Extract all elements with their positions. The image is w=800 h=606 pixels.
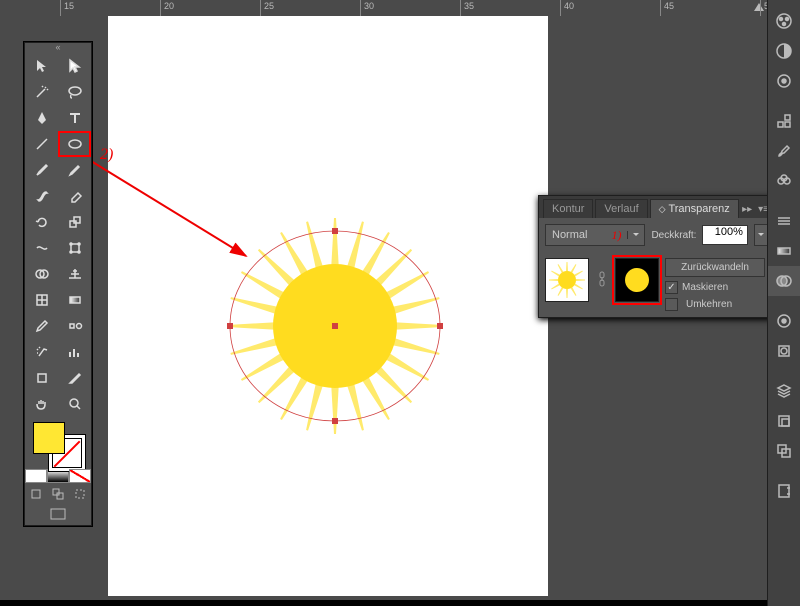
zoom-tool[interactable] <box>58 391 91 417</box>
graphic-styles-panel-icon[interactable] <box>768 336 800 366</box>
width-tool[interactable] <box>25 235 58 261</box>
fill-stroke-swatch[interactable] <box>25 417 91 467</box>
screen-mode-button[interactable] <box>25 503 91 525</box>
symbols-panel-icon[interactable] <box>768 166 800 196</box>
shape-builder-tool[interactable] <box>25 261 58 287</box>
link-mask-icon[interactable] <box>595 258 609 300</box>
ruler-tick: 20 <box>160 0 161 16</box>
color-guide-panel-icon[interactable] <box>768 36 800 66</box>
annotation-label-2: 2) <box>100 146 113 164</box>
ellipse-tool[interactable] <box>58 131 91 157</box>
eraser-tool[interactable] <box>58 183 91 209</box>
invert-checkbox[interactable]: Umkehren <box>665 298 769 311</box>
gradient-tool[interactable] <box>58 287 91 313</box>
type-tool[interactable] <box>58 105 91 131</box>
tab-kontur[interactable]: Kontur <box>543 199 593 218</box>
magic-wand-tool[interactable] <box>25 79 58 105</box>
ruler-tick: 15 <box>60 0 61 16</box>
free-transform-tool[interactable] <box>58 235 91 261</box>
scale-tool[interactable] <box>58 209 91 235</box>
panel-expand-arrow-icon[interactable] <box>754 3 764 11</box>
right-dock <box>767 0 800 606</box>
swatches-panel-icon[interactable] <box>768 106 800 136</box>
artwork-thumbnail[interactable] <box>545 258 589 302</box>
lasso-tool[interactable] <box>58 79 91 105</box>
draw-inside-button[interactable] <box>69 485 91 503</box>
mesh-tool[interactable] <box>25 287 58 313</box>
blend-tool[interactable] <box>58 313 91 339</box>
tab-transparenz-label: Transparenz <box>668 203 729 215</box>
tab-verlauf[interactable]: Verlauf <box>595 199 647 218</box>
ruler-tick: 40 <box>560 0 561 16</box>
tab-transparenz[interactable]: ◇ Transparenz <box>650 199 739 218</box>
line-segment-tool[interactable] <box>25 131 58 157</box>
color-mode-button[interactable] <box>25 467 47 485</box>
horizontal-ruler: 15 20 25 30 35 40 45 50 <box>0 0 768 17</box>
ruler-tick: 50 <box>760 0 761 16</box>
blend-mode-value: Normal <box>546 229 593 241</box>
pencil-tool[interactable] <box>58 157 91 183</box>
kuler-panel-icon[interactable] <box>768 66 800 96</box>
appearance-panel-icon[interactable] <box>768 306 800 336</box>
pathfinder-panel-icon[interactable] <box>768 436 800 466</box>
fill-swatch[interactable] <box>33 422 65 454</box>
clip-checkbox[interactable]: ✓Maskieren <box>665 281 769 294</box>
direct-selection-tool[interactable] <box>58 53 91 79</box>
slice-tool[interactable] <box>58 365 91 391</box>
none-mode-button[interactable] <box>69 467 91 485</box>
symbol-sprayer-tool[interactable] <box>25 339 58 365</box>
ruler-tick: 25 <box>260 0 261 16</box>
column-graph-tool[interactable] <box>58 339 91 365</box>
rotate-tool[interactable] <box>25 209 58 235</box>
tools-panel-grip-icon[interactable]: « <box>25 43 91 53</box>
annotation-label-1: 1) <box>605 228 627 243</box>
draw-behind-button[interactable] <box>47 485 69 503</box>
eyedropper-tool[interactable] <box>25 313 58 339</box>
ruler-tick: 35 <box>460 0 461 16</box>
color-panel-icon[interactable] <box>768 6 800 36</box>
align-panel-icon[interactable] <box>768 406 800 436</box>
chevron-down-icon <box>627 231 644 239</box>
hand-tool[interactable] <box>25 391 58 417</box>
blob-brush-tool[interactable] <box>25 183 58 209</box>
invert-checkbox-label: Umkehren <box>686 299 732 310</box>
ruler-tick: 30 <box>360 0 361 16</box>
gradient-panel-icon[interactable] <box>768 236 800 266</box>
opacity-input[interactable]: 100% <box>702 225 747 245</box>
brushes-panel-icon[interactable] <box>768 136 800 166</box>
layers-panel-icon[interactable] <box>768 376 800 406</box>
transparency-panel: Kontur Verlauf ◇ Transparenz ▸▸ ▾≡ Norma… <box>538 195 776 318</box>
perspective-grid-tool[interactable] <box>58 261 91 287</box>
clip-checkbox-label: Maskieren <box>682 282 728 293</box>
mask-thumbnail[interactable] <box>615 258 659 302</box>
artboard-tool[interactable] <box>25 365 58 391</box>
blend-mode-select[interactable]: Normal 1) <box>545 224 645 246</box>
opacity-label: Deckkraft: <box>651 230 696 241</box>
artboards-panel-icon[interactable] <box>768 476 800 506</box>
pen-tool[interactable] <box>25 105 58 131</box>
release-mask-button[interactable]: Zurückwandeln <box>665 258 765 277</box>
panel-tabbar: Kontur Verlauf ◇ Transparenz ▸▸ ▾≡ <box>539 196 775 218</box>
draw-normal-button[interactable] <box>25 485 47 503</box>
stroke-panel-icon[interactable] <box>768 206 800 236</box>
transparency-panel-icon[interactable] <box>768 266 800 296</box>
ruler-tick: 45 <box>660 0 661 16</box>
tools-panel: « <box>24 42 92 526</box>
panel-collapse-icon[interactable]: ▸▸ <box>742 204 752 215</box>
selection-tool[interactable] <box>25 53 58 79</box>
sun-artwork[interactable] <box>225 216 445 436</box>
paintbrush-tool[interactable] <box>25 157 58 183</box>
